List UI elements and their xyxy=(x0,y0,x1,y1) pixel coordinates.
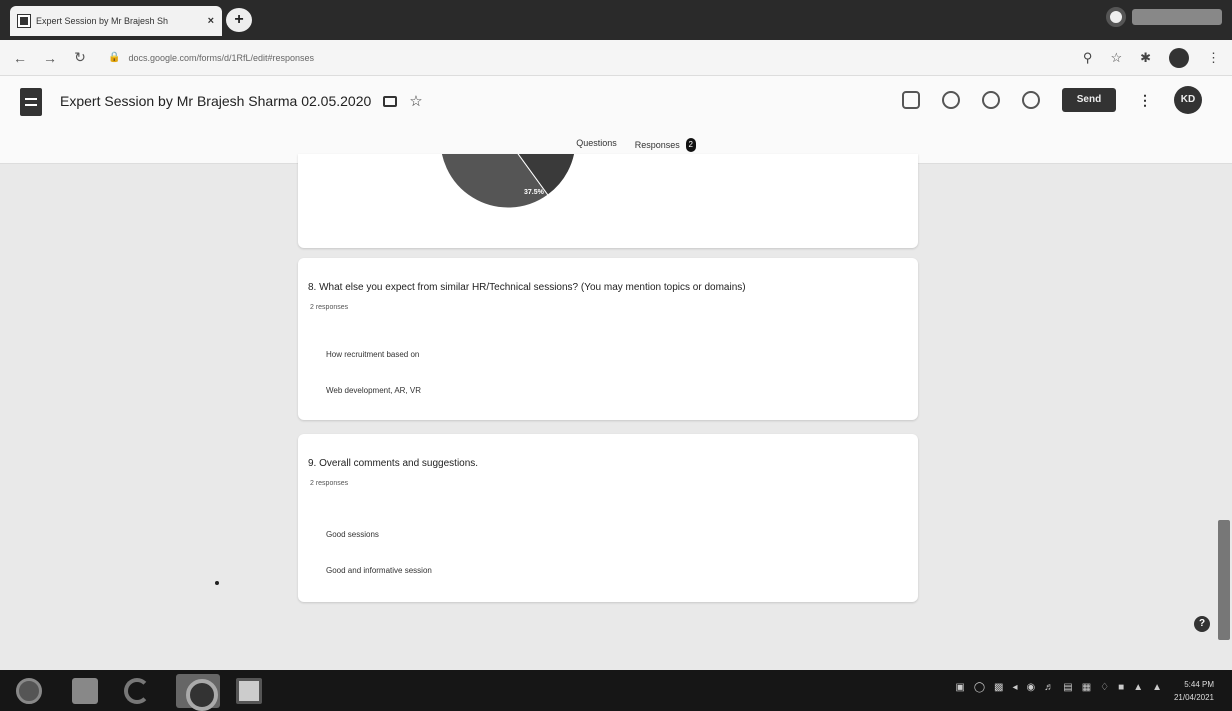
cursor-dot xyxy=(215,581,219,585)
user-avatar[interactable]: KD xyxy=(1174,86,1202,114)
browser-app-icon[interactable] xyxy=(124,678,150,704)
window-controls xyxy=(1106,6,1222,28)
taskbar-clock[interactable]: 5:44 PM 21/04/2021 xyxy=(1174,678,1214,704)
responses-count-badge: 2 xyxy=(685,138,696,152)
response-count: 2 responses xyxy=(310,304,349,311)
windows-taskbar: ▣ ◯ ▩ ◂ ◉ ♬ ▤ ▦ ♢ ■ ▲ ▲ 5:44 PM 21/04/20… xyxy=(0,670,1232,711)
lock-icon: 🔒 xyxy=(108,52,121,63)
browser-toolbar: ← → ↻ 🔒 docs.google.com/forms/d/1RfL/edi… xyxy=(0,40,1232,76)
preview-eye-icon[interactable] xyxy=(982,91,1000,109)
question-title: 8. What else you expect from similar HR/… xyxy=(308,282,746,293)
tray-icon[interactable]: ■ xyxy=(1118,682,1124,693)
start-button-icon[interactable] xyxy=(16,678,42,704)
question-card: 9. Overall comments and suggestions. 2 r… xyxy=(298,434,918,602)
palette-icon[interactable] xyxy=(942,91,960,109)
tray-icon[interactable]: ♢ xyxy=(1100,682,1109,693)
menu-kebab-icon[interactable]: ⋮ xyxy=(1207,50,1220,66)
star-icon[interactable]: ☆ xyxy=(409,92,422,110)
pie-chart-card: 37.5% xyxy=(298,154,918,248)
back-arrow-icon[interactable]: ← xyxy=(12,50,28,66)
response-count: 2 responses xyxy=(310,480,349,487)
settings-gear-icon[interactable] xyxy=(1022,91,1040,109)
tab-title: Expert Session by Mr Brajesh Sh xyxy=(36,16,169,26)
folder-icon[interactable] xyxy=(383,95,398,107)
page-scrollbar[interactable] xyxy=(1218,520,1230,640)
tray-icon[interactable]: ◂ xyxy=(1013,682,1018,693)
url-text: docs.google.com/forms/d/1RfL/edit#respon… xyxy=(128,52,315,63)
tab-responses-label: Responses xyxy=(634,140,680,150)
tray-icon[interactable]: ▣ xyxy=(955,682,964,693)
clock-date: 21/04/2021 xyxy=(1173,693,1214,702)
tab-close-icon[interactable]: × xyxy=(208,15,214,27)
header-actions: Send ⋮ KD xyxy=(902,86,1202,114)
help-icon[interactable]: ? xyxy=(1194,616,1210,632)
volume-icon[interactable]: ♬ xyxy=(1044,682,1054,693)
window-buttons[interactable] xyxy=(1132,9,1222,25)
bookmark-star-icon[interactable]: ☆ xyxy=(1110,50,1122,66)
response-item: Good sessions xyxy=(326,530,379,539)
zoom-icon[interactable]: ⚲ xyxy=(1083,50,1093,66)
tray-icon[interactable]: ▤ xyxy=(1063,682,1072,693)
question-title: 9. Overall comments and suggestions. xyxy=(308,458,479,469)
clock-time: 5:44 PM xyxy=(1184,680,1214,689)
tray-icon[interactable]: ▩ xyxy=(994,682,1003,693)
addon-puzzle-icon[interactable] xyxy=(902,91,920,109)
response-item: How recruitment based on xyxy=(326,350,420,359)
extensions-icon[interactable]: ✱ xyxy=(1140,50,1151,66)
browser-profile-icon[interactable] xyxy=(1106,7,1126,27)
tray-icon[interactable]: ◉ xyxy=(1027,682,1036,693)
response-item: Good and informative session xyxy=(326,566,432,575)
question-card: 8. What else you expect from similar HR/… xyxy=(298,258,918,420)
pie-chart: 37.5% xyxy=(441,154,575,209)
form-title-row: Expert Session by Mr Brajesh Sharma 02.0… xyxy=(60,92,423,110)
wifi-icon[interactable]: ▲ xyxy=(1152,682,1162,693)
system-tray: ▣ ◯ ▩ ◂ ◉ ♬ ▤ ▦ ♢ ■ ▲ ▲ xyxy=(955,682,1162,693)
responses-content: 37.5% 8. What else you expect from simil… xyxy=(0,154,1232,670)
pie-slice-label: 37.5% xyxy=(524,189,545,196)
browser-tab-strip: Expert Session by Mr Brajesh Sh × + xyxy=(0,0,1232,40)
response-item: Web development, AR, VR xyxy=(326,386,422,395)
photos-app-icon[interactable] xyxy=(236,678,262,704)
more-options-icon[interactable]: ⋮ xyxy=(1138,92,1152,109)
forms-header: Expert Session by Mr Brajesh Sharma 02.0… xyxy=(0,76,1232,164)
forms-favicon-icon xyxy=(17,14,31,28)
tray-icon[interactable]: ◯ xyxy=(974,682,985,693)
file-explorer-icon[interactable] xyxy=(72,678,98,704)
forward-arrow-icon[interactable]: → xyxy=(42,50,58,66)
browser-tab[interactable]: Expert Session by Mr Brajesh Sh × xyxy=(10,6,222,36)
toolbar-actions: ⚲ ☆ ✱ ⋮ xyxy=(1083,47,1220,68)
new-tab-button[interactable]: + xyxy=(226,8,252,32)
forms-logo-icon[interactable] xyxy=(20,88,42,116)
form-title[interactable]: Expert Session by Mr Brajesh Sharma 02.0… xyxy=(60,93,371,109)
chrome-app-icon[interactable] xyxy=(176,674,220,711)
tray-icon[interactable]: ▦ xyxy=(1082,682,1091,693)
address-bar[interactable]: 🔒 docs.google.com/forms/d/1RfL/edit#resp… xyxy=(102,46,1069,70)
tray-icon[interactable]: ▲ xyxy=(1133,682,1143,693)
reload-icon[interactable]: ↻ xyxy=(72,49,88,66)
send-button[interactable]: Send xyxy=(1062,88,1116,112)
account-avatar-icon[interactable] xyxy=(1169,47,1189,68)
